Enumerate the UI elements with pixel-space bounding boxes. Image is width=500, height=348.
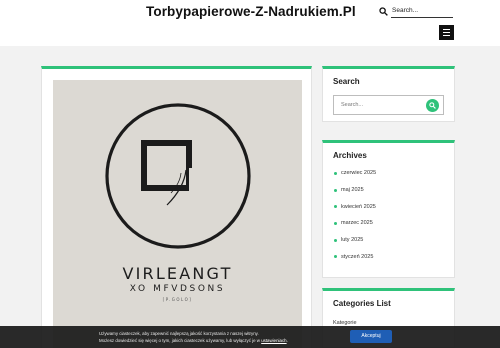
bullet-icon	[334, 205, 337, 209]
menu-button[interactable]	[439, 25, 454, 40]
bullet-icon	[334, 221, 337, 225]
hamburger-icon-line	[443, 29, 450, 31]
search-icon[interactable]	[379, 7, 388, 16]
archive-label[interactable]: luty 2025	[341, 237, 363, 243]
sidebar-search-button[interactable]	[426, 99, 439, 112]
archive-label[interactable]: marzec 2025	[341, 220, 373, 226]
cookie-line-1: Używamy ciasteczek, aby zapewnić najleps…	[99, 331, 259, 336]
cookie-settings-link[interactable]: ustawieniach	[261, 338, 286, 343]
accept-cookies-button[interactable]: Akceptuj	[350, 330, 392, 343]
cookie-line-2: Możesz dowiedzieć się więcej o tym, jaki…	[99, 337, 339, 344]
logo-subtitle: XO MFVDSONS	[129, 284, 226, 294]
cookie-message: Używamy ciasteczek, aby zapewnić najleps…	[99, 330, 339, 344]
post-featured-image[interactable]: VIRLEANGT XO MFVDSONS [P.GOLO]	[53, 80, 302, 348]
archive-label[interactable]: maj 2025	[341, 187, 364, 193]
cookie-banner: Używamy ciasteczek, aby zapewnić najleps…	[0, 326, 500, 348]
hamburger-icon-line	[443, 34, 450, 36]
logo-emblem-icon	[105, 103, 251, 249]
archive-link[interactable]: kwiecień 2025	[333, 198, 444, 215]
logo-wordmark: VIRLEANGT	[122, 264, 233, 283]
widget-title: Archives	[333, 151, 367, 160]
widget-title: Search	[333, 77, 360, 86]
logo-tagline: [P.GOLO]	[162, 297, 193, 302]
hamburger-icon-line	[443, 31, 450, 34]
widget-title: Categories List	[333, 299, 391, 308]
archive-label[interactable]: styczeń 2025	[341, 254, 373, 260]
sidebar-search-input[interactable]	[334, 96, 424, 114]
cookie-line-2-end: .	[286, 338, 288, 343]
archive-link[interactable]: styczeń 2025	[333, 248, 444, 265]
archive-link[interactable]: czerwiec 2025	[333, 165, 444, 182]
sidebar-search-box	[333, 95, 444, 115]
search-widget: Search	[322, 66, 455, 122]
header-search-input[interactable]	[391, 4, 453, 18]
archive-link[interactable]: marzec 2025	[333, 215, 444, 232]
search-icon	[429, 102, 436, 109]
archive-label[interactable]: czerwiec 2025	[341, 170, 376, 176]
site-title[interactable]: Torbypapierowe-Z-Nadrukiem.Pl	[146, 4, 356, 19]
archives-widget: Archives czerwiec 2025 maj 2025 kwiecień…	[322, 140, 455, 278]
cookie-line-2-text: Możesz dowiedzieć się więcej o tym, jaki…	[99, 338, 260, 343]
archive-link[interactable]: maj 2025	[333, 182, 444, 199]
post-card: VIRLEANGT XO MFVDSONS [P.GOLO]	[41, 66, 312, 348]
bullet-icon	[334, 255, 337, 259]
archive-label[interactable]: kwiecień 2025	[341, 204, 376, 210]
bullet-icon	[334, 171, 337, 175]
bullet-icon	[334, 238, 337, 242]
archive-list: czerwiec 2025 maj 2025 kwiecień 2025 mar…	[333, 165, 444, 265]
archive-link[interactable]: luty 2025	[333, 232, 444, 249]
bullet-icon	[334, 188, 337, 192]
site-header: Torbypapierowe-Z-Nadrukiem.Pl	[0, 0, 500, 46]
